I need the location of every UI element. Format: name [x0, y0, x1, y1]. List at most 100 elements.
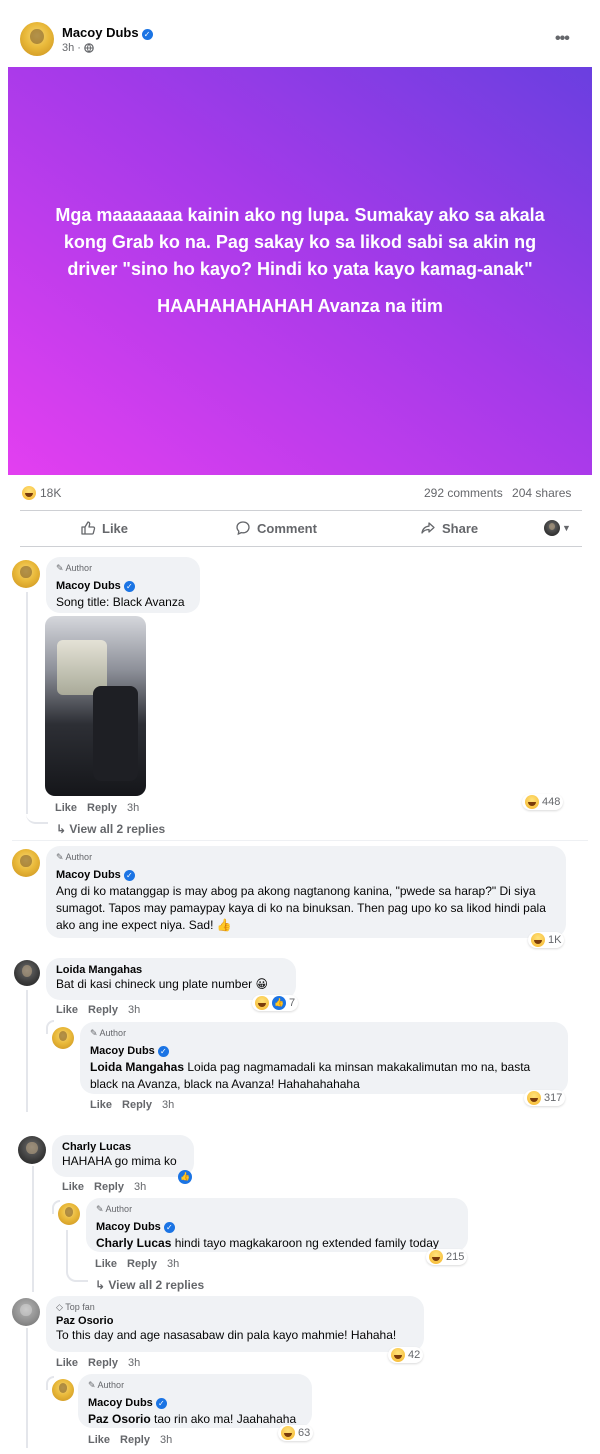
reply-avatar[interactable] — [52, 1027, 74, 1049]
mention-link[interactable]: Paz Osorio — [88, 1412, 151, 1426]
shares-count[interactable]: 204 shares — [512, 486, 571, 500]
comment-reaction-count: 42 — [408, 1349, 421, 1361]
post-author-name[interactable]: Macoy Dubs — [62, 25, 139, 40]
comment-reactions[interactable]: 448 — [522, 794, 564, 810]
comment-button-label: Comment — [257, 520, 317, 536]
divider — [12, 840, 588, 841]
reply-like-button[interactable]: Like — [88, 1434, 110, 1446]
comment-avatar[interactable] — [18, 1136, 46, 1164]
comment-text: HAHAHA go mima ko — [62, 1154, 177, 1168]
reply-time[interactable]: 3h — [162, 1099, 174, 1111]
reply-reaction-count: 215 — [446, 1251, 465, 1263]
verified-badge-icon: ✓ — [155, 1398, 167, 1409]
reply-author-name[interactable]: Macoy Dubs — [88, 1397, 153, 1409]
comment-avatar[interactable] — [14, 960, 40, 986]
comment-photo[interactable] — [45, 616, 146, 796]
verified-badge-icon: ✓ — [141, 29, 153, 40]
view-replies-label: View all 2 replies — [108, 1278, 205, 1292]
mention-link[interactable]: Charly Lucas — [96, 1236, 171, 1250]
comment-button[interactable]: Comment — [235, 520, 317, 536]
reaction-count[interactable]: 18K — [40, 486, 61, 500]
comment-bubble: ✎ Author Macoy Dubs ✓ Ang di ko matanggap… — [46, 846, 566, 938]
comment-like-button[interactable]: Like — [56, 1357, 78, 1369]
reply-reactions[interactable]: 63 — [278, 1425, 314, 1441]
haha-reaction-icon — [281, 1426, 295, 1440]
comment-icon — [236, 521, 250, 536]
comments-count[interactable]: 292 comments — [424, 486, 503, 500]
reply-avatar[interactable] — [58, 1203, 80, 1225]
post-author-avatar[interactable] — [20, 22, 54, 56]
comment-bubble: ◇ Top fan Paz Osorio To this day and age… — [46, 1296, 424, 1352]
author-tag: Author — [65, 852, 93, 862]
comment-text: Ang di ko matanggap is may abog pa akong… — [56, 884, 546, 932]
share-icon — [421, 522, 435, 534]
author-tag: Author — [97, 1380, 125, 1390]
comment-reaction-count: 448 — [542, 796, 561, 808]
comment-bubble: Loida Mangahas Bat di kasi chineck ung p… — [46, 958, 296, 1000]
comment-reply-button[interactable]: Reply — [94, 1181, 124, 1193]
comment-text: Song title: Black Avanza — [56, 595, 185, 609]
comment-author-name[interactable]: Macoy Dubs — [56, 869, 121, 881]
reply-reply-button[interactable]: Reply — [127, 1258, 157, 1270]
comment-reactions[interactable]: 42 — [388, 1347, 424, 1363]
banner-text-main: Mga maaaaaaa kainin ako ng lupa. Sumakay… — [55, 205, 545, 279]
verified-badge-icon: ✓ — [123, 870, 135, 881]
like-reaction-icon[interactable]: 👍 — [178, 1170, 192, 1184]
share-button[interactable]: Share — [420, 520, 478, 536]
comment-reply-button[interactable]: Reply — [87, 802, 117, 814]
post-time[interactable]: 3h · — [62, 42, 81, 54]
audience-selector[interactable]: ▼ — [544, 520, 571, 536]
comment-reactions[interactable]: 1K — [528, 932, 565, 948]
comment-avatar[interactable] — [12, 1298, 40, 1326]
reply-reaction-count: 63 — [298, 1427, 311, 1439]
haha-reaction-icon — [531, 933, 545, 947]
reply-text: tao rin ako ma! Jaahahaha — [150, 1412, 297, 1426]
haha-reaction-icon — [525, 795, 539, 809]
comment-like-button[interactable]: Like — [62, 1181, 84, 1193]
reply-reply-button[interactable]: Reply — [120, 1434, 150, 1446]
comment-time[interactable]: 3h — [128, 1004, 140, 1016]
post-text-banner: Mga maaaaaaa kainin ako ng lupa. Sumakay… — [8, 67, 592, 475]
comment-author-name[interactable]: Loida Mangahas — [56, 964, 286, 976]
mention-link[interactable]: Loida Mangahas — [90, 1060, 184, 1074]
like-button-label: Like — [102, 520, 129, 536]
comment-time[interactable]: 3h — [128, 1357, 140, 1369]
comment-author-name[interactable]: Charly Lucas — [62, 1141, 184, 1153]
like-button[interactable]: Like — [80, 520, 128, 536]
comment-reply-button[interactable]: Reply — [88, 1004, 118, 1016]
reply-bubble: ✎ Author Macoy Dubs ✓ Loida Mangahas Loid… — [80, 1022, 568, 1094]
reply-like-button[interactable]: Like — [90, 1099, 112, 1111]
comment-time[interactable]: 3h — [134, 1181, 146, 1193]
share-button-label: Share — [442, 520, 479, 536]
comment-time[interactable]: 3h — [127, 802, 139, 814]
reply-reactions[interactable]: 317 — [524, 1090, 566, 1106]
reply-author-name[interactable]: Macoy Dubs — [96, 1221, 161, 1233]
thumbs-up-icon — [81, 521, 96, 535]
comment-reactions[interactable]: 👍 7 — [252, 995, 299, 1011]
reply-bubble: ✎ Author Macoy Dubs ✓ Charly Lucas hindi … — [86, 1198, 468, 1252]
comment-avatar[interactable] — [12, 560, 40, 588]
reply-reply-button[interactable]: Reply — [122, 1099, 152, 1111]
comment-reply-button[interactable]: Reply — [88, 1357, 118, 1369]
comment-like-button[interactable]: Like — [55, 802, 77, 814]
comment-avatar[interactable] — [12, 849, 40, 877]
view-replies-label: View all 2 replies — [69, 822, 166, 836]
reply-bubble: ✎ Author Macoy Dubs ✓ Paz Osorio tao rin … — [78, 1374, 312, 1428]
reply-avatar[interactable] — [52, 1379, 74, 1401]
reply-time[interactable]: 3h — [160, 1434, 172, 1446]
reply-author-name[interactable]: Macoy Dubs — [90, 1045, 155, 1057]
view-replies-link[interactable]: ↳ View all 2 replies — [56, 822, 165, 836]
haha-reaction-icon[interactable] — [22, 486, 36, 500]
thread-line — [26, 592, 28, 814]
reply-time[interactable]: 3h — [167, 1258, 179, 1270]
thread-line — [32, 1166, 34, 1292]
view-replies-link[interactable]: ↳ View all 2 replies — [95, 1278, 204, 1292]
comment-author-name[interactable]: Paz Osorio — [56, 1315, 414, 1327]
comment-author-name[interactable]: Macoy Dubs — [56, 580, 121, 592]
reply-reactions[interactable]: 215 — [426, 1249, 468, 1265]
divider — [20, 546, 582, 547]
more-options-icon[interactable]: ••• — [555, 30, 570, 48]
reply-like-button[interactable]: Like — [95, 1258, 117, 1270]
reply-text: hindi tayo magkakaroon ng extended famil… — [171, 1236, 439, 1250]
comment-like-button[interactable]: Like — [56, 1004, 78, 1016]
